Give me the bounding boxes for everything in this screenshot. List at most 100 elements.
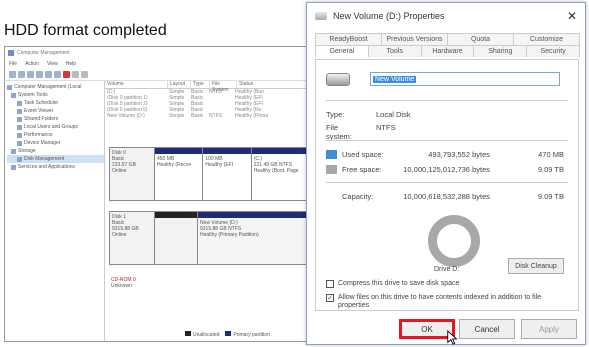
- index-checkbox-row[interactable]: ✓ Allow files on this drive to have cont…: [326, 294, 568, 310]
- column-header[interactable]: Volume: [105, 81, 168, 88]
- tree-item[interactable]: Device Manager: [7, 139, 104, 147]
- column-header[interactable]: File System: [210, 81, 237, 93]
- menu-action[interactable]: Action: [25, 61, 39, 67]
- used-space-bytes: 493,793,552 bytes: [428, 149, 490, 159]
- tab-quota[interactable]: Quota: [447, 33, 514, 45]
- disk-state: Online: [112, 168, 127, 174]
- disk-cleanup-button[interactable]: Disk Cleanup: [508, 258, 564, 274]
- menu-help[interactable]: Help: [66, 61, 76, 67]
- apply-button[interactable]: Apply: [521, 319, 577, 339]
- help-icon[interactable]: [54, 70, 61, 78]
- delete-icon[interactable]: [63, 70, 70, 78]
- tab-customize[interactable]: Customize: [513, 33, 580, 45]
- menu-view[interactable]: View: [47, 61, 58, 67]
- tree-item[interactable]: Shared Folders: [7, 115, 104, 123]
- type-value: Local Disk: [376, 110, 411, 119]
- cm-menubar: File Action View Help: [5, 59, 321, 68]
- compress-label: Compress this drive to save disk space: [338, 280, 460, 287]
- back-icon[interactable]: [9, 70, 16, 78]
- tree-item[interactable]: Storage: [7, 147, 104, 155]
- forward-icon[interactable]: [18, 70, 25, 78]
- partition-label: 100 MB Healthy (EFI: [205, 156, 234, 168]
- volume-list-header: Volume Layout Type File System Status: [105, 81, 321, 93]
- free-space-label: Free space:: [342, 164, 382, 174]
- node-icon: [17, 100, 22, 106]
- unallocated-space[interactable]: [154, 212, 197, 264]
- table-cell: Simple: [169, 113, 185, 119]
- menu-file[interactable]: File: [9, 61, 17, 67]
- close-icon[interactable]: ✕: [567, 9, 577, 23]
- node-icon: [17, 156, 22, 162]
- tree-item[interactable]: Computer Management (Local: [7, 83, 104, 91]
- tab-strip: ReadyBoost Previous Versions Quota Custo…: [315, 33, 580, 57]
- capacity-label: Capacity:: [342, 191, 374, 201]
- compress-checkbox[interactable]: [326, 280, 334, 288]
- column-header[interactable]: Layout: [168, 81, 191, 88]
- volume-name-value: New Volume: [373, 75, 417, 83]
- node-icon: [11, 148, 16, 154]
- action-icon-2[interactable]: [81, 70, 88, 78]
- tab-readyboost[interactable]: ReadyBoost: [315, 33, 382, 45]
- cancel-button[interactable]: Cancel: [459, 319, 515, 339]
- tree-item[interactable]: Services and Applications: [7, 163, 104, 171]
- tree-item[interactable]: Event Viewer: [7, 107, 104, 115]
- disk-usage-donut: [428, 215, 480, 267]
- disk-1-row[interactable]: Disk 1 Basic 9315.88 GB Online New Volum…: [109, 211, 319, 265]
- file-system-value: NTFS: [376, 123, 396, 132]
- volume-name-input[interactable]: New Volume: [370, 72, 560, 86]
- tree-label: Device Manager: [24, 140, 61, 146]
- tree-item[interactable]: Task Scheduler: [7, 99, 104, 107]
- column-header[interactable]: Type: [191, 81, 210, 88]
- partition[interactable]: 100 MB Healthy (EFI: [202, 148, 251, 200]
- tree-item-selected[interactable]: Disk Management: [7, 155, 104, 163]
- disk-management-pane: Volume Layout Type File System Status (C…: [105, 81, 321, 341]
- free-space-swatch: [326, 164, 337, 174]
- drive-icon: [326, 72, 350, 86]
- capacity-size: 9.09 TB: [537, 191, 564, 201]
- tab-hardware[interactable]: Hardware: [420, 45, 475, 57]
- tab-security[interactable]: Security: [526, 45, 580, 57]
- index-checkbox[interactable]: ✓: [326, 294, 334, 302]
- navigation-tree: Computer Management (Local System Tools …: [5, 81, 105, 341]
- dialog-title: New Volume (D:) Properties: [333, 11, 445, 21]
- tab-general[interactable]: General: [315, 45, 369, 57]
- partition-label: New Volume (D:) 9315.88 GB NTFS Healthy …: [200, 220, 259, 238]
- table-cell: Basic: [191, 113, 204, 119]
- free-space-size: 9.09 TB: [537, 164, 564, 174]
- node-icon: [17, 108, 22, 114]
- node-icon: [17, 116, 22, 122]
- cm-titlebar: Computer Management: [5, 47, 321, 59]
- computer-management-window: Computer Management File Action View Hel…: [4, 46, 322, 342]
- general-tab-pane: New Volume Type: Local Disk File system:…: [315, 59, 579, 311]
- tab-sharing[interactable]: Sharing: [473, 45, 528, 57]
- cm-title: Computer Management: [17, 50, 70, 56]
- tab-tools[interactable]: Tools: [367, 45, 422, 57]
- table-row[interactable]: New Volume (D:) Simple Basic NTFS Health…: [105, 113, 321, 119]
- disk-0-row[interactable]: Disk 0 Basic 223.57 GB Online 450 MB Hea…: [109, 147, 319, 201]
- disk-label: Disk 1 Basic 9315.88 GB Online: [110, 212, 154, 264]
- properties-icon[interactable]: [45, 70, 52, 78]
- partition-label: 450 MB Healthy (Recov: [157, 156, 192, 168]
- up-icon[interactable]: [27, 70, 34, 78]
- compress-checkbox-row[interactable]: Compress this drive to save disk space: [326, 280, 459, 288]
- index-label: Allow files on this drive to have conten…: [338, 294, 542, 309]
- capacity-bytes: 10,000,618,532,288 bytes: [403, 191, 490, 201]
- tree-item[interactable]: System Tools: [7, 91, 104, 99]
- tree-label: Event Viewer: [24, 108, 54, 114]
- free-space-bytes: 10,000,125,012,736 bytes: [403, 164, 490, 174]
- table-cell: New Volume (D:): [107, 113, 145, 119]
- caption-text: HDD format completed: [4, 22, 167, 39]
- tree-label: Services and Applications: [18, 164, 75, 170]
- partition-new-volume[interactable]: New Volume (D:) 9315.88 GB NTFS Healthy …: [197, 212, 318, 264]
- tree-item[interactable]: Local Users and Groups: [7, 123, 104, 131]
- divider: [326, 140, 568, 141]
- show-hide-tree-icon[interactable]: [36, 70, 43, 78]
- tab-previous-versions[interactable]: Previous Versions: [381, 33, 448, 45]
- partition[interactable]: 450 MB Healthy (Recov: [154, 148, 203, 200]
- tree-item[interactable]: Performance: [7, 131, 104, 139]
- cdrom-row[interactable]: CD-ROM 0 Unknown: [109, 275, 319, 315]
- action-icon[interactable]: [72, 70, 79, 78]
- computer-management-icon: [8, 50, 14, 56]
- divider: [326, 100, 568, 101]
- node-icon: [17, 140, 22, 146]
